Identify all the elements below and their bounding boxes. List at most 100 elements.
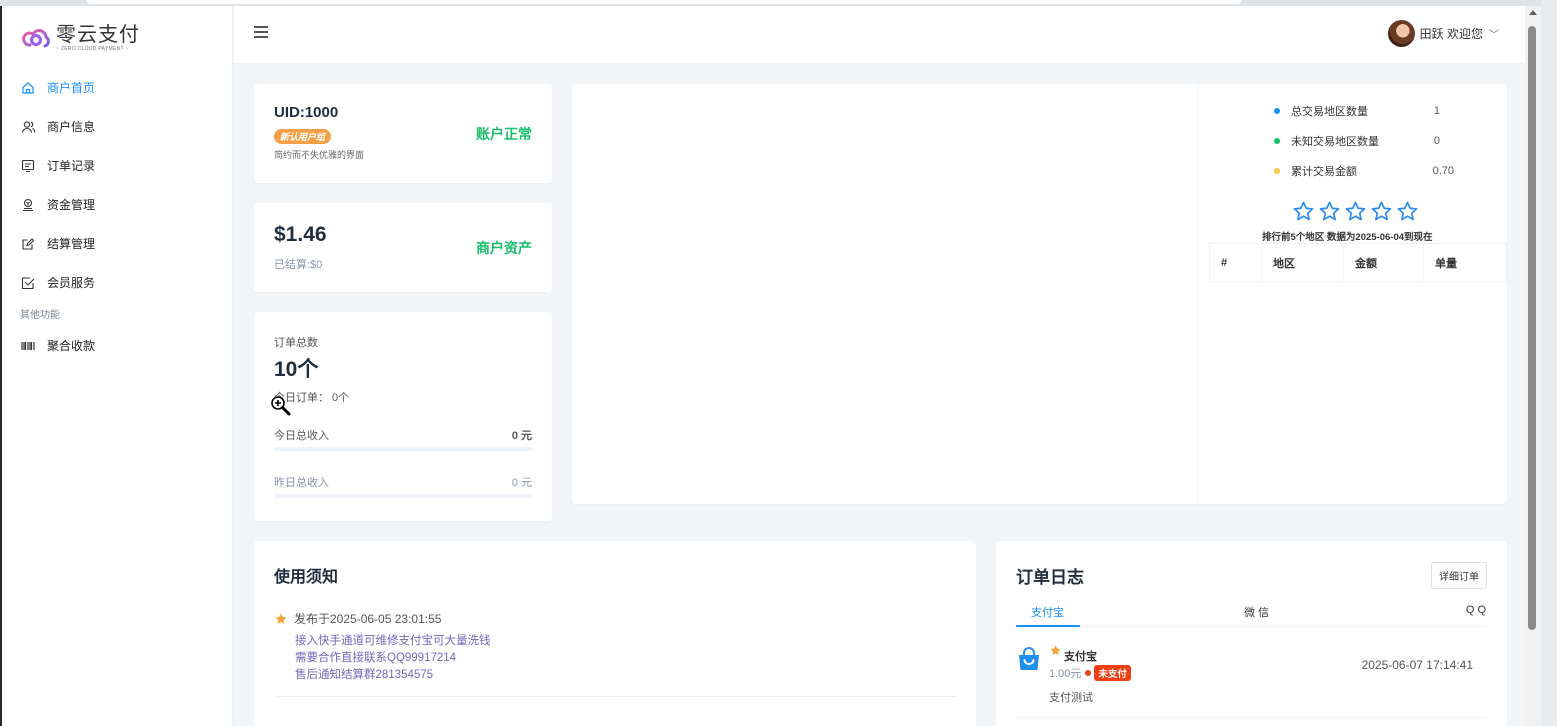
income-today-label: 今日总收入 bbox=[274, 430, 329, 442]
notice-title: 使用须知 bbox=[274, 569, 339, 586]
notice-posted-time: 发布于2025-06-05 23:01:55 bbox=[294, 612, 442, 626]
app: 零云支付 ~ ZERO CLOUD PAYMENT ~ 商户首页 商户信息 订单… bbox=[2, 6, 1525, 726]
detail-orders-button[interactable]: 详细订单 bbox=[1431, 562, 1487, 589]
notice-meta: 发布于2025-06-05 23:01:55 bbox=[274, 610, 441, 627]
status-dot bbox=[1085, 670, 1092, 676]
zoom-cursor-icon bbox=[271, 396, 291, 416]
star-outline-icon bbox=[1345, 201, 1366, 221]
sidebar-item-funds[interactable]: 资金管理 bbox=[2, 185, 233, 224]
vertical-scrollbar[interactable] bbox=[1525, 6, 1541, 726]
rating-stars bbox=[1292, 200, 1419, 223]
legend-label: 总交易地区数量 bbox=[1291, 106, 1368, 118]
tab-qq[interactable]: Q Q bbox=[1466, 604, 1486, 616]
sidebar-item-label: 聚合收款 bbox=[47, 339, 96, 353]
balance-value: $1.46 bbox=[274, 223, 327, 246]
order-channel-name: 支付宝 bbox=[1064, 651, 1097, 663]
legend-row: 总交易地区数量 1 bbox=[1274, 96, 1484, 126]
notice-card: 使用须知 发布于2025-06-05 23:01:55 接入快手通道可维修支付宝… bbox=[254, 541, 976, 726]
window-edge bbox=[1541, 0, 1557, 726]
edit-icon bbox=[20, 236, 36, 252]
sidebar: 零云支付 ~ ZERO CLOUD PAYMENT ~ 商户首页 商户信息 订单… bbox=[2, 6, 233, 726]
sidebar-item-merchant-home[interactable]: 商户首页 bbox=[2, 68, 233, 107]
orders-total-label: 订单总数 bbox=[274, 337, 318, 349]
sidebar-item-label: 会员服务 bbox=[47, 276, 96, 290]
tagline: 简约而不失优雅的界面 bbox=[274, 150, 365, 160]
scroll-up-icon[interactable] bbox=[1529, 10, 1537, 15]
sidebar-group-other: 其他功能 bbox=[20, 310, 60, 321]
order-amount: 1.00元 bbox=[1049, 668, 1082, 680]
income-yesterday-bar bbox=[274, 494, 532, 498]
table-header: 地区 bbox=[1261, 243, 1344, 282]
sidebar-item-member[interactable]: 会员服务 bbox=[2, 263, 233, 302]
income-yesterday-value: 0 元 bbox=[511, 477, 532, 489]
uid-text: UID:1000 bbox=[274, 104, 339, 121]
income-today-value: 0 元 bbox=[511, 430, 532, 442]
table-header: 金额 bbox=[1343, 243, 1424, 282]
tab-active-indicator bbox=[1016, 625, 1080, 627]
payment-tabs: 支付宝 微 信 Q Q bbox=[1016, 596, 1486, 627]
shopping-bag-icon bbox=[1019, 647, 1039, 670]
sidebar-item-aggregate-payment[interactable]: 聚合收款 bbox=[2, 326, 233, 365]
user-greeting: 田跃 欢迎您 bbox=[1419, 27, 1483, 41]
sidebar-nav: 商户首页 商户信息 订单记录 资金管理 结算管理 会员服务 其他功能 聚合收款 bbox=[2, 68, 233, 365]
barcode-icon bbox=[20, 338, 36, 354]
star-outline-icon bbox=[1371, 201, 1392, 221]
sidebar-item-label: 商户首页 bbox=[47, 81, 96, 95]
sidebar-item-label: 商户信息 bbox=[47, 120, 96, 134]
income-yesterday-row: 昨日总收入 0 元 bbox=[274, 474, 532, 498]
legend-row: 累计交易金额 0.70 bbox=[1274, 156, 1484, 186]
orders-card: 订单总数 10个 今日订单： 0个 今日总收入 0 元 昨日总收入 0 元 bbox=[254, 312, 552, 521]
sidebar-item-merchant-info[interactable]: 商户信息 bbox=[2, 107, 233, 146]
legend-label: 累计交易金额 bbox=[1291, 166, 1357, 178]
order-log-card: 订单日志 详细订单 支付宝 微 信 Q Q 支付宝 1.00元 未支付 支付测试… bbox=[996, 541, 1507, 726]
asset-card: $1.46 已结算:$0 商户资产 bbox=[254, 203, 552, 292]
legend-label: 未知交易地区数量 bbox=[1291, 136, 1379, 148]
list-item[interactable]: 支付宝 1.00元 未支付 支付测试 2025-06-07 17:14:41 bbox=[1016, 641, 1486, 711]
account-card: UID:1000 新认用户组 简约而不失优雅的界面 账户正常 bbox=[254, 84, 552, 183]
legend-value: 1 bbox=[1433, 105, 1440, 117]
divider bbox=[1016, 717, 1486, 718]
brand-subtitle: ~ ZERO CLOUD PAYMENT ~ bbox=[56, 45, 129, 52]
account-status: 账户正常 bbox=[476, 126, 532, 142]
tab-wechat[interactable]: 微 信 bbox=[1244, 604, 1269, 620]
address-bar[interactable] bbox=[86, 0, 1242, 4]
sidebar-item-settlement[interactable]: 结算管理 bbox=[2, 224, 233, 263]
notice-line: 需要合作直接联系QQ99917214 bbox=[295, 652, 457, 664]
star-outline-icon bbox=[1319, 201, 1340, 221]
star-outline-icon bbox=[1293, 201, 1314, 221]
legend-value: 0.70 bbox=[1432, 165, 1454, 177]
region-card: 总交易地区数量 1 未知交易地区数量 0 累计交易金额 0.70 排行前5个地区… bbox=[572, 84, 1507, 504]
sidebar-item-order-records[interactable]: 订单记录 bbox=[2, 146, 233, 185]
divider bbox=[274, 696, 956, 697]
brand-logo[interactable]: 零云支付 ~ ZERO CLOUD PAYMENT ~ bbox=[22, 20, 140, 56]
star-icon bbox=[275, 612, 287, 624]
rank-note: 排行前5个地区 数据为2025-06-04到现在 bbox=[1262, 232, 1433, 243]
table-header: # bbox=[1209, 243, 1262, 282]
order-icon bbox=[20, 158, 36, 174]
top-header: 田跃 欢迎您 ﹀ bbox=[234, 6, 1525, 63]
legend-value: 0 bbox=[1433, 135, 1440, 147]
scroll-thumb[interactable] bbox=[1528, 26, 1536, 630]
asset-label: 商户资产 bbox=[476, 240, 532, 256]
region-legend: 总交易地区数量 1 未知交易地区数量 0 累计交易金额 0.70 bbox=[1274, 96, 1484, 186]
tab-alipay[interactable]: 支付宝 bbox=[1031, 604, 1064, 620]
orders-total-value: 10个 bbox=[274, 358, 319, 381]
sidebar-item-label: 订单记录 bbox=[47, 159, 96, 173]
star-outline-icon bbox=[1397, 201, 1418, 221]
user-menu[interactable]: 田跃 欢迎您 ﹀ bbox=[1387, 20, 1499, 47]
hamburger-icon[interactable] bbox=[254, 26, 270, 42]
settled-amount: 已结算:$0 bbox=[274, 259, 323, 271]
region-rank-table: # 地区 金额 单量 bbox=[1209, 243, 1507, 282]
income-today-bar bbox=[274, 447, 532, 451]
table-header: 单量 bbox=[1423, 243, 1507, 282]
order-log-title: 订单日志 bbox=[1016, 568, 1084, 587]
legend-dot bbox=[1274, 108, 1280, 114]
legend-dot bbox=[1274, 168, 1280, 174]
notice-line: 售后通知结算群281354575 bbox=[295, 669, 434, 681]
check-square-icon bbox=[20, 275, 36, 291]
order-amount-row: 1.00元 未支付 bbox=[1049, 665, 1131, 681]
funds-icon bbox=[20, 197, 36, 213]
user-group-badge: 新认用户组 bbox=[274, 129, 332, 144]
brand-name: 零云支付 bbox=[56, 23, 140, 46]
cloud-logo-icon bbox=[22, 29, 50, 48]
